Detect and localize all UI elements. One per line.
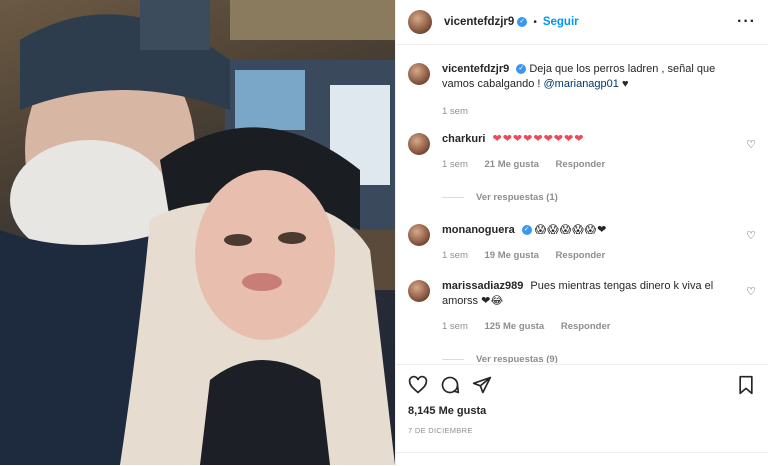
like-comment-heart-icon[interactable]: ♡ bbox=[746, 138, 756, 151]
post-photo-illustration bbox=[0, 0, 395, 465]
add-comment-bar[interactable] bbox=[396, 452, 768, 466]
like-comment-heart-icon[interactable]: ♡ bbox=[746, 229, 756, 242]
verified-badge-icon: ✓ bbox=[516, 64, 527, 75]
caption-username[interactable]: vicentefdzjr9 bbox=[442, 63, 509, 75]
author-username[interactable]: vicentefdzjr9 bbox=[444, 16, 514, 28]
comment-likes[interactable]: 125 Me gusta bbox=[485, 321, 545, 332]
like-heart-icon[interactable] bbox=[408, 375, 428, 395]
more-horizontal-icon[interactable]: ··· bbox=[737, 13, 756, 31]
comment-text: 😱😱😱😱😱❤ bbox=[534, 224, 608, 236]
comment-time[interactable]: 1 sem bbox=[442, 321, 468, 332]
view-replies-label: Ver respuestas (1) bbox=[476, 192, 558, 203]
comment-item: monanoguera ✓ 😱😱😱😱😱❤ 1 sem 19 Me gusta Re… bbox=[408, 223, 756, 263]
header-separator: • bbox=[533, 16, 537, 28]
post-header: vicentefdzjr9 ✓ • Seguir ··· bbox=[396, 0, 768, 45]
comment-item: charkuri ❤❤❤❤❤❤❤❤❤ 1 sem 21 Me gusta Res… bbox=[408, 132, 756, 205]
reply-button[interactable]: Responder bbox=[556, 250, 606, 261]
reply-button[interactable]: Responder bbox=[556, 159, 606, 170]
verified-badge-icon: ✓ bbox=[521, 225, 532, 236]
comment-bubble-icon[interactable] bbox=[440, 375, 460, 395]
comment-avatar[interactable] bbox=[408, 224, 430, 246]
save-bookmark-icon[interactable] bbox=[736, 375, 756, 395]
like-comment-heart-icon[interactable]: ♡ bbox=[746, 285, 756, 298]
post-side-panel: vicentefdzjr9 ✓ • Seguir ··· vicentefdzj… bbox=[395, 0, 768, 465]
comment-likes[interactable]: 19 Me gusta bbox=[485, 250, 539, 261]
follow-button[interactable]: Seguir bbox=[543, 16, 579, 28]
comment-text: ❤❤❤❤❤❤❤❤❤ bbox=[492, 133, 585, 145]
comment-time[interactable]: 1 sem bbox=[442, 159, 468, 170]
replies-line bbox=[442, 359, 464, 360]
comments-list[interactable]: vicentefdzjr9 ✓ Deja que los perros ladre… bbox=[396, 45, 768, 363]
replies-line bbox=[442, 197, 464, 198]
author-avatar[interactable] bbox=[408, 10, 432, 34]
share-paper-plane-icon[interactable] bbox=[472, 375, 492, 395]
caption-mention[interactable]: @marianagp01 bbox=[544, 78, 619, 90]
caption: vicentefdzjr9 ✓ Deja que los perros ladre… bbox=[408, 62, 756, 119]
comment-username[interactable]: charkuri bbox=[442, 133, 485, 145]
comment-avatar[interactable] bbox=[408, 280, 430, 302]
likes-count[interactable]: 8,145 Me gusta bbox=[408, 405, 486, 417]
reply-button[interactable]: Responder bbox=[561, 321, 611, 332]
view-replies-label: Ver respuestas (9) bbox=[476, 354, 558, 363]
post-date[interactable]: 7 DE DICIEMBRE bbox=[408, 426, 473, 435]
comment-username[interactable]: marissadiaz989 bbox=[442, 280, 523, 292]
post-actions bbox=[396, 364, 768, 405]
caption-emoji: ♥ bbox=[621, 78, 629, 90]
caption-avatar[interactable] bbox=[408, 63, 430, 85]
view-replies-button[interactable]: Ver respuestas (1) bbox=[442, 190, 738, 205]
verified-badge-icon: ✓ bbox=[517, 17, 528, 27]
comment-item: marissadiaz989 Pues mientras tengas dine… bbox=[408, 279, 756, 363]
comment-username[interactable]: monanoguera bbox=[442, 224, 515, 236]
post-photo[interactable] bbox=[0, 0, 395, 465]
view-replies-button[interactable]: Ver respuestas (9) bbox=[442, 352, 738, 363]
comment-avatar[interactable] bbox=[408, 133, 430, 155]
comment-time[interactable]: 1 sem bbox=[442, 250, 468, 261]
comment-likes[interactable]: 21 Me gusta bbox=[485, 159, 539, 170]
caption-time[interactable]: 1 sem bbox=[442, 106, 468, 117]
instagram-post: vicentefdzjr9 ✓ • Seguir ··· vicentefdzj… bbox=[0, 0, 768, 465]
